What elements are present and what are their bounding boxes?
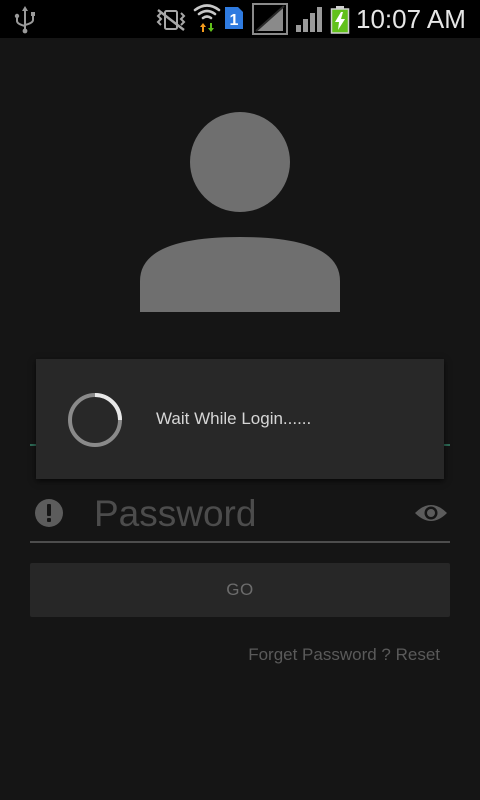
login-screen: 1 10:07 AM GO Forget Password ? Reset Wa… [0,0,480,800]
go-button[interactable]: GO [30,563,450,617]
password-field[interactable] [94,488,394,540]
sim-icon: 1 [225,7,243,29]
vibrate-icon [156,9,186,31]
svg-text:1: 1 [230,12,239,29]
usb-icon [14,6,35,34]
person-placeholder-icon [140,112,340,312]
no-signal-icon [252,3,288,35]
signal-icon [296,7,322,32]
loading-spinner-icon [68,393,122,447]
password-underline [30,541,450,543]
wifi-icon [193,4,221,32]
progress-dialog: Wait While Login...... [36,359,444,479]
clock: 10:07 AM [356,4,466,34]
alert-circle-icon [35,499,63,527]
dialog-message: Wait While Login...... [156,409,312,428]
status-bar: 1 10:07 AM [0,0,480,38]
eye-icon[interactable] [414,500,448,526]
battery-charging-icon [330,6,350,34]
password-row [30,488,450,542]
forget-password-link[interactable]: Forget Password ? Reset [200,643,440,667]
